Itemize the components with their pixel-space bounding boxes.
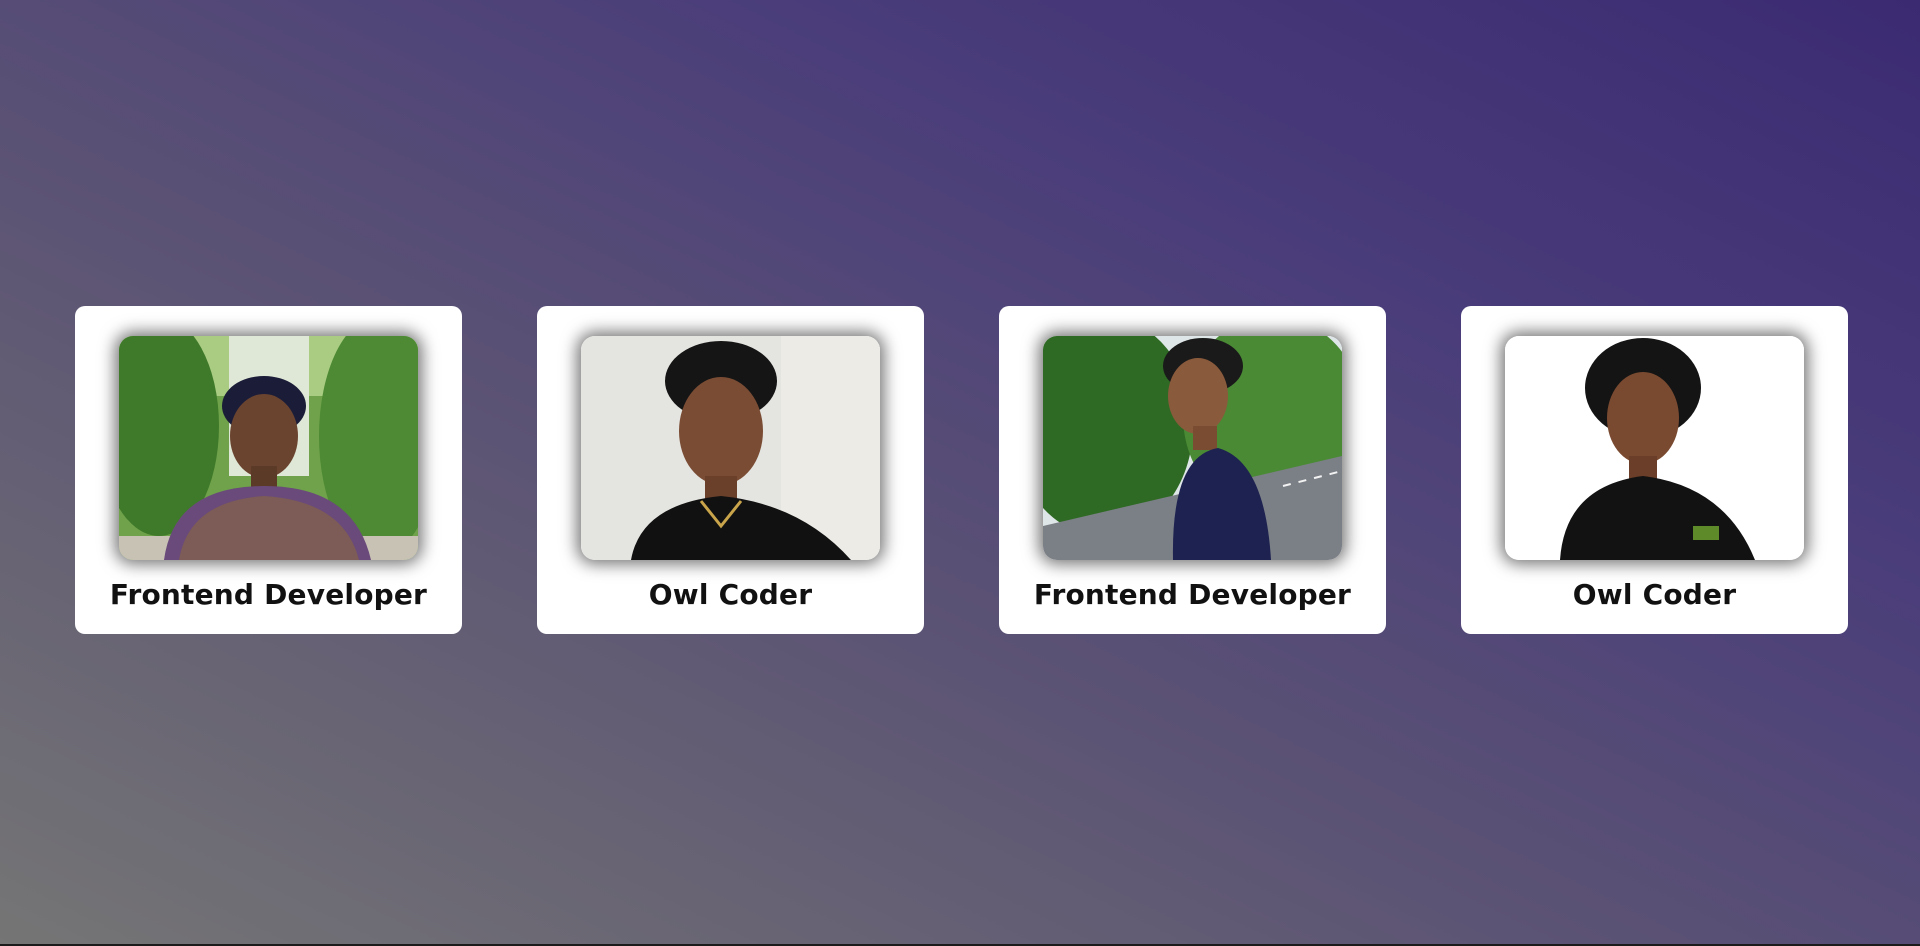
- card-row: Frontend Developer Owl Coder Frontend De…: [75, 306, 1848, 634]
- profile-card[interactable]: Frontend Developer: [999, 306, 1386, 634]
- profile-photo: [119, 336, 418, 560]
- profile-card[interactable]: Owl Coder: [1461, 306, 1848, 634]
- profile-photo: [581, 336, 880, 560]
- card-title: Owl Coder: [1572, 578, 1737, 611]
- profile-card[interactable]: Owl Coder: [537, 306, 924, 634]
- card-title: Frontend Developer: [1033, 578, 1352, 611]
- card-title: Frontend Developer: [109, 578, 428, 611]
- profile-card[interactable]: Frontend Developer: [75, 306, 462, 634]
- profile-photo: [1505, 336, 1804, 560]
- card-title: Owl Coder: [648, 578, 813, 611]
- profile-photo: [1043, 336, 1342, 560]
